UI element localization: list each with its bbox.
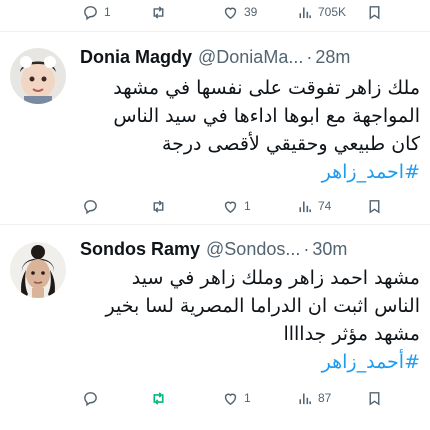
views-button[interactable]: 87	[296, 386, 331, 410]
like-button[interactable]: 1	[222, 194, 251, 218]
views-icon	[299, 201, 311, 212]
view-count: 705K	[318, 5, 347, 19]
retweet-button[interactable]	[150, 386, 172, 410]
bookmark-icon	[369, 391, 380, 405]
bookmark-icon	[369, 5, 380, 19]
views-button[interactable]: 705K	[296, 0, 346, 24]
bookmark-button[interactable]	[366, 386, 383, 410]
tweet-action-bar: 1 87	[0, 386, 430, 410]
like-count: 39	[244, 5, 258, 19]
like-button[interactable]: 1	[222, 386, 251, 410]
tweet[interactable]: Sondos Ramy @Sondos... · 30m مشهد احمد ز…	[0, 236, 430, 416]
views-button[interactable]: 74	[296, 194, 331, 218]
hashtag-link[interactable]: #أحمد_زاهر	[80, 348, 420, 376]
like-count: 1	[244, 391, 251, 405]
view-count: 87	[318, 391, 332, 405]
divider	[0, 224, 430, 225]
separator-dot: ·	[303, 238, 310, 259]
reply-count: 1	[104, 5, 111, 19]
tweet-line: المواجهة مع ابوها اداءها في سيد الناس	[113, 105, 420, 127]
retweet-icon	[153, 199, 164, 213]
avatar[interactable]	[10, 48, 66, 104]
tweet-action-bar: 1 74	[0, 194, 430, 218]
tweet-line: مشهد مؤثر جداااا	[283, 323, 420, 345]
display-name[interactable]: Sondos Ramy	[80, 239, 200, 260]
retweet-icon	[153, 5, 164, 19]
divider	[0, 31, 430, 32]
views-icon	[299, 7, 311, 18]
tweet-header: Donia Magdy @DoniaMa... · 28m	[80, 44, 426, 70]
tweet-header: Sondos Ramy @Sondos... · 30m	[80, 236, 426, 262]
avatar-image	[10, 48, 66, 104]
timestamp[interactable]: 30m	[312, 239, 347, 260]
reply-icon	[84, 199, 97, 214]
reply-button[interactable]	[82, 386, 104, 410]
bookmark-button[interactable]	[366, 194, 383, 218]
tweet-line: مشهد احمد زاهر وملك زاهر في سيد	[131, 267, 420, 289]
top-action-bar: 1 39 705K	[0, 0, 430, 24]
tweet-line: كان طبيعي وحقيقي لأقصى درجة	[161, 133, 420, 155]
separator-dot: ·	[306, 46, 313, 67]
retweet-icon	[153, 391, 164, 405]
bookmark-icon	[369, 199, 380, 213]
tweet-line: ملك زاهر تفوقت على نفسها في مشهد	[113, 77, 420, 99]
display-name[interactable]: Donia Magdy	[80, 47, 192, 68]
bookmark-button[interactable]	[366, 0, 383, 24]
heart-icon	[224, 393, 237, 405]
handle[interactable]: @DoniaMa...	[198, 47, 303, 68]
heart-icon	[224, 7, 237, 19]
heart-icon	[224, 201, 237, 213]
tweet-text: مشهد احمد زاهر وملك زاهر في سيد الناس اث…	[80, 264, 420, 376]
tweet-line: الناس اثبت ان الدراما المصرية لسا بخير	[105, 295, 420, 317]
tweet-text: ملك زاهر تفوقت على نفسها في مشهد المواجه…	[80, 74, 420, 186]
avatar[interactable]	[10, 242, 66, 298]
like-button[interactable]: 39	[222, 0, 257, 24]
retweet-button[interactable]	[150, 194, 172, 218]
hashtag-link[interactable]: #احمد_زاهر	[80, 158, 420, 186]
reply-icon	[84, 391, 97, 406]
reply-icon	[84, 5, 97, 20]
views-icon	[299, 393, 311, 404]
tweet[interactable]: Donia Magdy @DoniaMa... · 28m ملك زاهر ت…	[0, 44, 430, 222]
reply-button[interactable]: 1	[82, 0, 111, 24]
reply-button[interactable]	[82, 194, 104, 218]
timestamp[interactable]: 28m	[315, 47, 350, 68]
retweet-button[interactable]	[150, 0, 172, 24]
view-count: 74	[318, 199, 332, 213]
avatar-image	[10, 242, 66, 298]
handle[interactable]: @Sondos...	[206, 239, 300, 260]
like-count: 1	[244, 199, 251, 213]
